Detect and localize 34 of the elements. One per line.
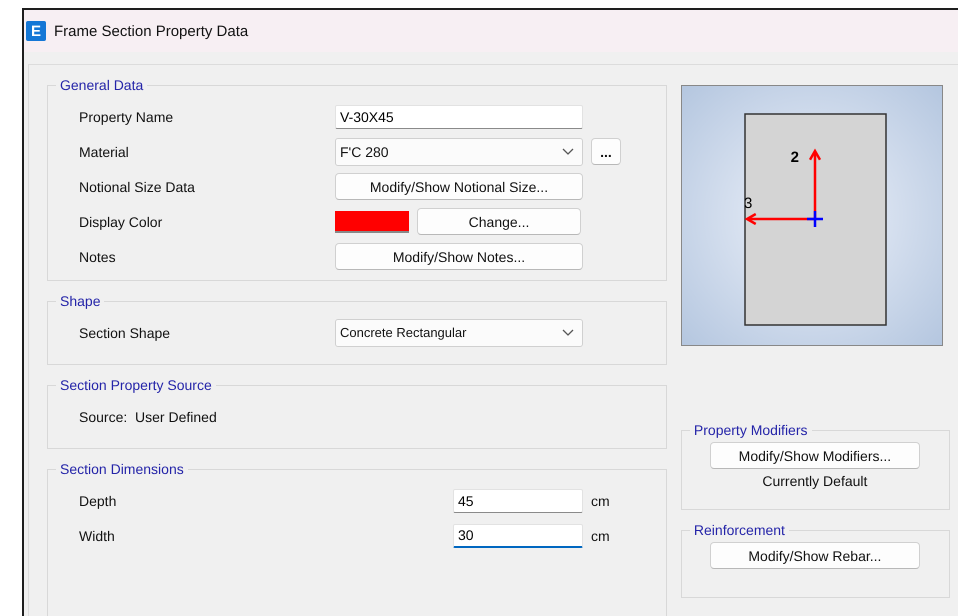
source-text: Source: User Defined (79, 408, 217, 425)
modifier-status: Currently Default (761, 473, 868, 489)
change-button[interactable]: Change... (417, 208, 581, 235)
group-title: Property Modifiers (692, 422, 808, 438)
group-title: General Data (59, 77, 144, 93)
field-label: Display Color (79, 214, 164, 230)
field-label: Property Name (79, 108, 174, 124)
property-name-field[interactable]: V-30X45 (335, 104, 583, 128)
material-dropdown[interactable]: F'C 280 (335, 138, 583, 166)
field-label: Section Shape (79, 324, 172, 340)
app-icon: E (26, 21, 46, 41)
rebar-button[interactable]: Modify/Show Rebar... (710, 542, 920, 569)
group-title: Section Property Source (59, 377, 213, 394)
window-title: Frame Section Property Data (54, 22, 248, 40)
chevron-down-icon (562, 328, 574, 336)
browse-button[interactable]: ... (591, 138, 621, 165)
group-title: Shape (59, 293, 102, 309)
modifiers-button[interactable]: Modify/Show Modifiers... (710, 442, 920, 469)
chevron-down-icon (562, 148, 574, 156)
group-title: Section Dimensions (59, 461, 185, 478)
group-title: Reinforcement (692, 522, 786, 538)
section-shape-dropdown[interactable]: Concrete Rectangular (335, 318, 583, 346)
field-label: Width (79, 528, 116, 544)
field-label: Depth (79, 492, 118, 509)
notes-button[interactable]: Modify/Show Notes... (335, 243, 583, 270)
dimension-field[interactable]: 30 (453, 524, 583, 548)
unit-label: cm (591, 492, 610, 509)
dimension-field[interactable]: 45 (453, 488, 583, 513)
unit-label: cm (591, 528, 610, 544)
notional-size-button[interactable]: Modify/Show Notional Size... (335, 173, 583, 200)
field-label: Material (79, 144, 130, 160)
field-label: Notional Size Data (79, 178, 196, 194)
color-swatch[interactable] (335, 210, 409, 232)
field-label: Notes (79, 248, 117, 264)
